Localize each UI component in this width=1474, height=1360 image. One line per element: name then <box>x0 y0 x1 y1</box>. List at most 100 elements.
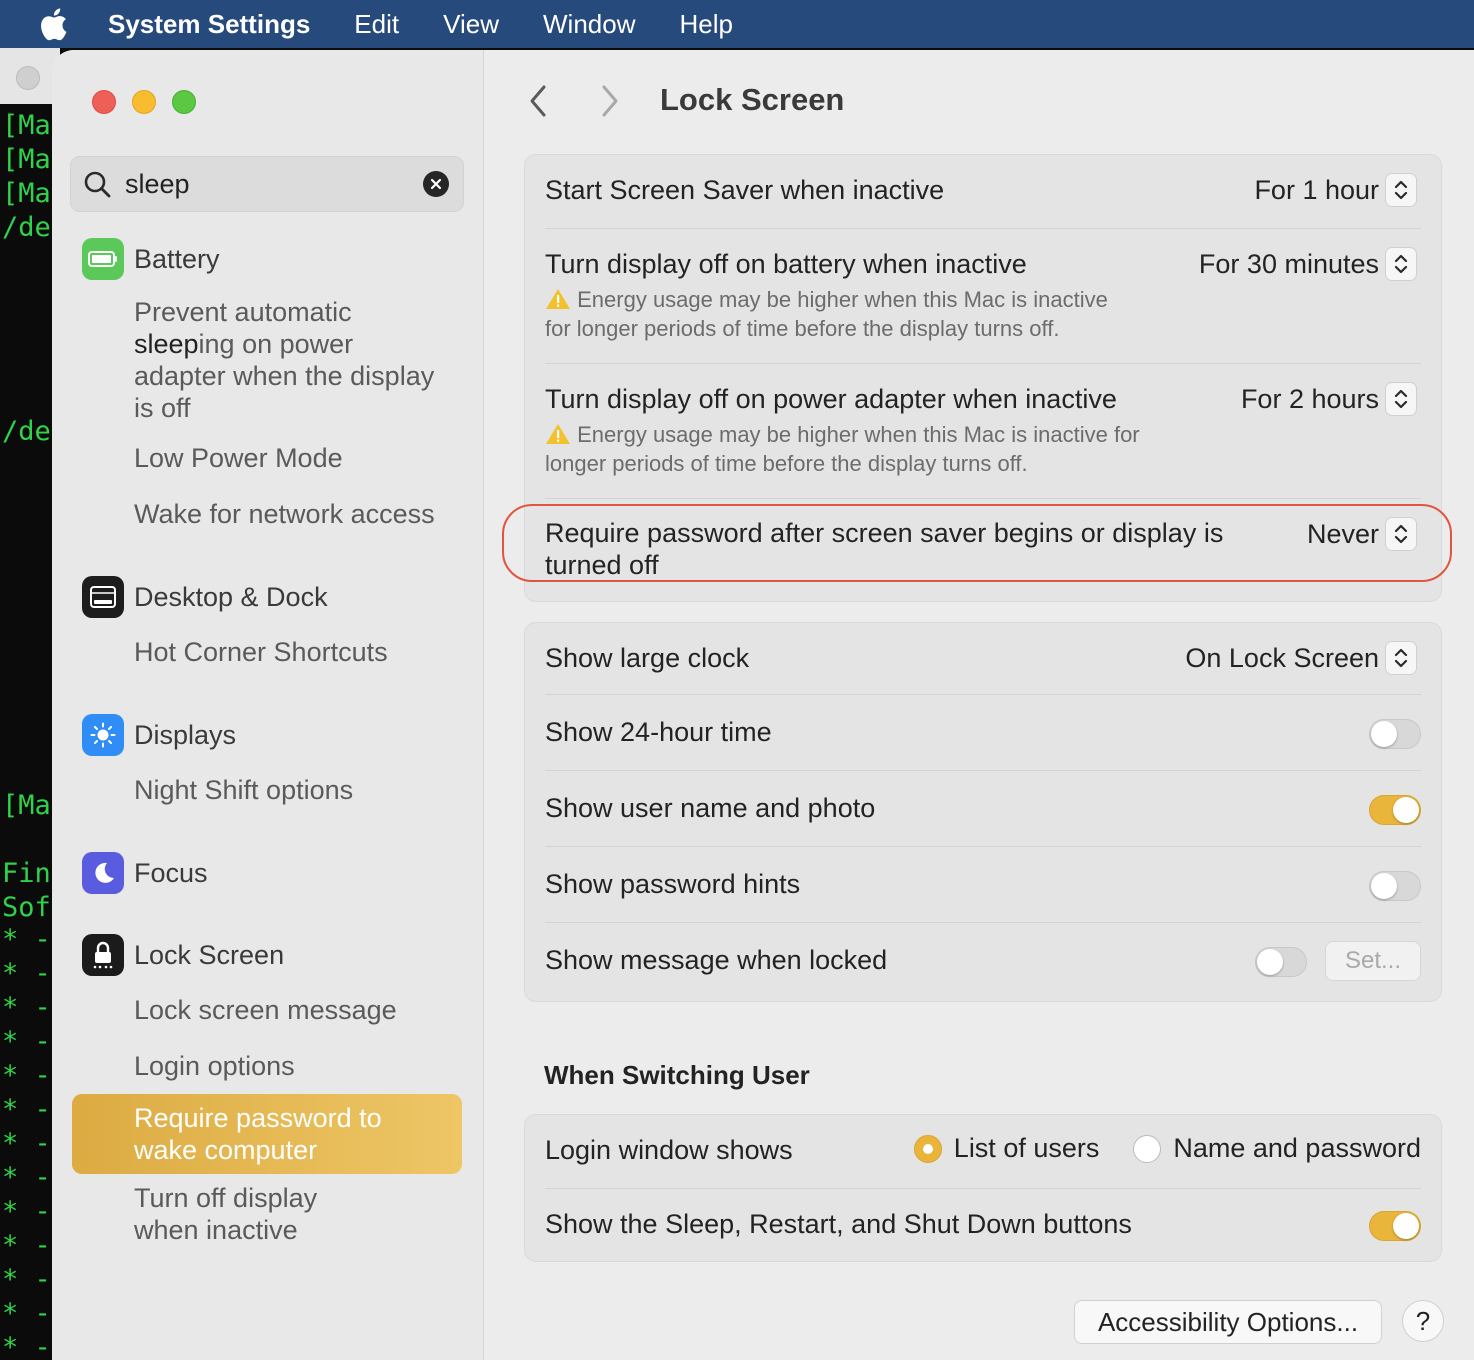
user-name-photo-label: Show user name and photo <box>545 793 876 823</box>
sidebar-result-login-options[interactable]: Login options <box>134 1050 295 1082</box>
login-window-label: Login window shows <box>545 1135 793 1165</box>
note-line: longer periods of time before the displa… <box>545 451 1028 476</box>
toggle-knob <box>1393 797 1419 823</box>
battery-display-off-popup[interactable]: For 30 minutes <box>1199 247 1417 281</box>
terminal-line: * - <box>2 1264 51 1295</box>
sidebar-item-desktop-dock[interactable]: Desktop & Dock <box>82 576 328 618</box>
section-title-switching-user: When Switching User <box>544 1060 810 1090</box>
clear-search-icon[interactable] <box>423 171 449 197</box>
popup-value: For 1 hour <box>1254 174 1379 205</box>
result-text-line: sleeping on power <box>134 328 434 360</box>
popup-value: For 30 minutes <box>1198 248 1379 279</box>
main-content: Lock Screen Start Screen Saver when inac… <box>484 50 1474 1360</box>
large-clock-row: Show large clock On Lock Screen <box>545 623 1421 695</box>
terminal-line: Fin <box>2 858 51 889</box>
menu-window[interactable]: Window <box>543 9 635 40</box>
message-when-locked-row: Show message when locked Set... <box>545 923 1421 1003</box>
menu-app-name[interactable]: System Settings <box>108 9 310 40</box>
help-button[interactable]: ? <box>1402 1300 1444 1342</box>
toggle-knob <box>1371 721 1397 747</box>
desktop-dock-icon <box>82 576 124 618</box>
result-text-line: is off <box>134 393 191 423</box>
adapter-display-off-row: Turn display off on power adapter when i… <box>545 364 1421 499</box>
background-window-titlebar <box>0 48 60 104</box>
sidebar-item-focus[interactable]: Focus <box>82 852 208 894</box>
screen-saver-row: Start Screen Saver when inactive For 1 h… <box>545 155 1421 229</box>
result-text-line: Require password to <box>134 1103 382 1133</box>
result-text-line: Prevent automatic <box>134 297 352 327</box>
24-hour-time-label: Show 24-hour time <box>545 717 772 747</box>
back-chevron-icon[interactable] <box>528 84 548 123</box>
accessibility-options-button[interactable]: Accessibility Options... <box>1074 1300 1382 1344</box>
sidebar-item-lock-screen[interactable]: Lock Screen <box>82 934 284 976</box>
radio-list-of-users[interactable]: List of users <box>913 1133 1099 1164</box>
sidebar-result-prevent-sleeping[interactable]: Prevent automatic sleeping on power adap… <box>134 296 434 424</box>
adapter-energy-note: Energy usage may be higher when this Mac… <box>545 420 1140 478</box>
result-text-line: wake computer <box>134 1135 318 1165</box>
updown-chevron-icon <box>1385 173 1417 207</box>
terminal-line: * - <box>2 924 51 955</box>
lock-icon <box>82 934 124 976</box>
screen-saver-popup[interactable]: For 1 hour <box>1254 173 1417 207</box>
page-title: Lock Screen <box>660 82 845 117</box>
moon-icon <box>82 852 124 894</box>
terminal-line: * - <box>2 1332 51 1360</box>
menu-edit[interactable]: Edit <box>354 9 399 40</box>
24-hour-time-row: Show 24-hour time <box>545 695 1421 771</box>
sidebar-item-displays[interactable]: Displays <box>82 714 236 756</box>
terminal-line: * - <box>2 1230 51 1261</box>
large-clock-popup[interactable]: On Lock Screen <box>1185 641 1417 675</box>
battery-display-off-row: Turn display off on battery when inactiv… <box>545 229 1421 364</box>
terminal-line: /de <box>2 416 51 447</box>
sidebar-result-low-power-mode[interactable]: Low Power Mode <box>134 442 343 474</box>
sleep-restart-buttons-toggle[interactable] <box>1369 1211 1421 1241</box>
apple-menu-icon[interactable] <box>38 7 94 41</box>
user-name-photo-toggle[interactable] <box>1369 795 1421 825</box>
large-clock-label: Show large clock <box>545 643 750 673</box>
sidebar-item-label: Desktop & Dock <box>134 581 328 612</box>
24-hour-time-toggle[interactable] <box>1369 719 1421 749</box>
warning-icon <box>545 287 571 312</box>
set-message-button[interactable]: Set... <box>1325 941 1421 981</box>
terminal-line: * - <box>2 958 51 989</box>
sidebar-result-lock-screen-message[interactable]: Lock screen message <box>134 994 397 1026</box>
radio-name-and-password[interactable]: Name and password <box>1133 1133 1421 1164</box>
forward-chevron-icon[interactable] <box>600 84 620 123</box>
menu-bar: System Settings Edit View Window Help <box>0 0 1474 48</box>
battery-energy-note: Energy usage may be higher when this Mac… <box>545 285 1108 343</box>
search-input[interactable]: sleep <box>125 169 190 200</box>
sidebar-result-wake-network[interactable]: Wake for network access <box>134 498 435 530</box>
sidebar-result-require-password-selected[interactable]: Require password to wake computer <box>72 1094 462 1174</box>
terminal-line: * - <box>2 1094 51 1125</box>
toggle-knob <box>1371 873 1397 899</box>
search-icon <box>83 170 113 205</box>
sidebar-item-label: Battery <box>134 243 220 274</box>
terminal-line: * - <box>2 1298 51 1329</box>
sidebar-result-night-shift[interactable]: Night Shift options <box>134 774 353 806</box>
minimize-window-button[interactable] <box>132 90 156 114</box>
background-terminal: [Mac [Mac [Mac /de /de [Mac Fin Sof * - … <box>0 48 60 1360</box>
sidebar-item-label: Displays <box>134 719 237 750</box>
sidebar-item-battery[interactable]: Battery <box>82 238 220 280</box>
search-field[interactable]: sleep <box>70 156 464 212</box>
terminal-line: * - <box>2 1162 51 1193</box>
message-when-locked-toggle[interactable] <box>1255 947 1307 977</box>
menu-view[interactable]: View <box>443 9 499 40</box>
adapter-display-off-popup[interactable]: For 2 hours <box>1241 382 1417 416</box>
zoom-window-button[interactable] <box>172 90 196 114</box>
menu-help[interactable]: Help <box>679 9 732 40</box>
sidebar-result-hot-corners[interactable]: Hot Corner Shortcuts <box>134 636 388 668</box>
sidebar-result-turn-off-display[interactable]: Turn off display when inactive <box>134 1182 317 1246</box>
lock-screen-display-group: Show large clock On Lock Screen Show 24-… <box>524 622 1442 1002</box>
toggle-knob <box>1393 1213 1419 1239</box>
warning-icon <box>545 422 571 447</box>
close-window-button[interactable] <box>92 90 116 114</box>
popup-value: On Lock Screen <box>1185 642 1379 673</box>
terminal-line: * - <box>2 1196 51 1227</box>
updown-chevron-icon <box>1385 382 1417 416</box>
sidebar: sleep Battery Prevent automatic sleeping… <box>52 50 484 1360</box>
password-hints-toggle[interactable] <box>1369 871 1421 901</box>
sleep-restart-buttons-label: Show the Sleep, Restart, and Shut Down b… <box>545 1209 1132 1239</box>
popup-value: For 2 hours <box>1240 383 1379 414</box>
background-window-button <box>16 66 40 90</box>
